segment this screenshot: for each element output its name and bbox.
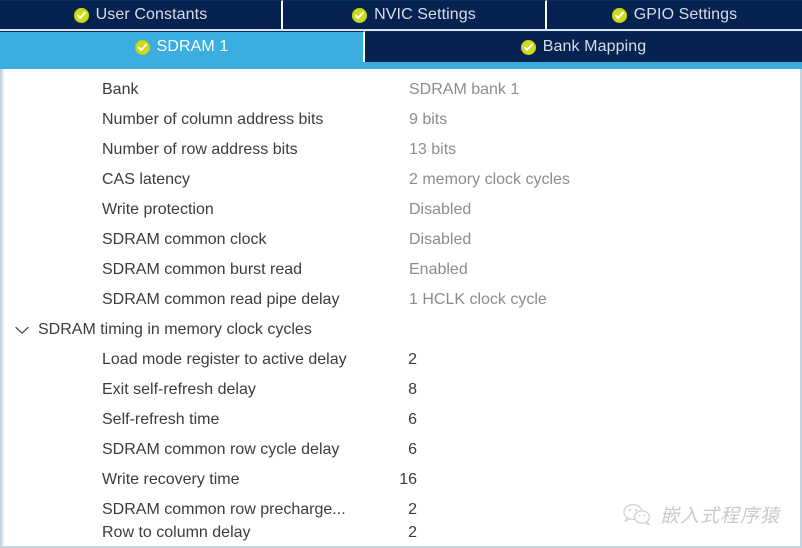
setting-label: Bank [102,81,139,98]
setting-row-column-address-bits[interactable]: Number of column address bits 9 bits [2,105,800,135]
tab-label: SDRAM 1 [156,38,229,55]
setting-label: CAS latency [102,171,191,188]
check-circle-icon [520,39,536,55]
setting-value: 2 memory clock cycles [409,171,570,188]
section-header-sdram-timing[interactable]: SDRAM timing in memory clock cycles [2,315,800,345]
tab-label: GPIO Settings [633,6,738,23]
tab-bank-mapping[interactable]: Bank Mapping [365,31,802,62]
setting-value: 1 HCLK clock cycle [409,291,547,308]
tab-label: NVIC Settings [374,6,476,23]
timing-value: 8 [408,381,417,398]
timing-value: 6 [408,441,417,458]
setting-value: Disabled [409,231,472,248]
timing-row-common-row-cycle-delay[interactable]: SDRAM common row cycle delay 6 [2,435,800,465]
timing-row-write-recovery-time[interactable]: Write recovery time 16 [2,465,800,495]
tab-label: Bank Mapping [542,38,647,55]
timing-value: 2 [408,501,417,518]
setting-label: SDRAM common burst read [102,261,303,278]
setting-value: 13 bits [409,141,457,158]
setting-label: SDRAM common clock [102,231,267,248]
timing-value: 2 [408,351,417,368]
setting-value: 9 bits [409,111,448,128]
timing-label: Exit self-refresh delay [102,381,256,398]
timing-row-self-refresh-time[interactable]: Self-refresh time 6 [2,405,800,435]
timing-label: Self-refresh time [102,411,220,428]
timing-row-common-row-precharge-delay[interactable]: SDRAM common row precharge... 2 [2,495,800,525]
tab-bar: User Constants NVIC Settings GPIO Settin… [0,0,802,69]
setting-value: Enabled [409,261,468,278]
timing-label: Load mode register to active delay [102,351,347,368]
check-circle-icon [73,7,89,23]
settings-content-area: Bank SDRAM bank 1 Number of column addre… [0,69,802,548]
setting-row-common-clock[interactable]: SDRAM common clock Disabled [2,225,800,255]
timing-row-exit-self-refresh-delay[interactable]: Exit self-refresh delay 8 [2,375,800,405]
tab-sdram-1[interactable]: SDRAM 1 [0,31,365,62]
setting-row-write-protection[interactable]: Write protection Disabled [2,195,800,225]
tab-underline-bar [0,62,802,69]
setting-row-common-read-pipe-delay[interactable]: SDRAM common read pipe delay 1 HCLK cloc… [2,285,800,315]
tab-label: User Constants [95,6,208,23]
timing-row-row-to-column-delay[interactable]: Row to column delay 2 [2,525,800,541]
setting-row-bank[interactable]: Bank SDRAM bank 1 [2,75,800,105]
check-circle-icon [611,7,627,23]
stm32cubemx-sdram-config-panel: User Constants NVIC Settings GPIO Settin… [0,0,802,548]
check-circle-icon [134,39,150,55]
setting-value: SDRAM bank 1 [409,81,520,98]
timing-row-load-mode-register-to-active-delay[interactable]: Load mode register to active delay 2 [2,345,800,375]
timing-label: Row to column delay [102,525,251,541]
section-title: SDRAM timing in memory clock cycles [38,321,312,338]
timing-label: Write recovery time [102,471,240,488]
tab-nvic-settings[interactable]: NVIC Settings [283,0,547,29]
timing-label: SDRAM common row precharge... [102,501,346,518]
timing-value: 6 [408,411,417,428]
setting-value: Disabled [409,201,472,218]
tab-gpio-settings[interactable]: GPIO Settings [547,0,802,29]
setting-label: Write protection [102,201,214,218]
setting-row-cas-latency[interactable]: CAS latency 2 memory clock cycles [2,165,800,195]
setting-row-common-burst-read[interactable]: SDRAM common burst read Enabled [2,255,800,285]
setting-row-row-address-bits[interactable]: Number of row address bits 13 bits [2,135,800,165]
tab-row-secondary: SDRAM 1 Bank Mapping [0,31,802,62]
tab-row-primary: User Constants NVIC Settings GPIO Settin… [0,0,802,31]
setting-label: SDRAM common read pipe delay [102,291,340,308]
check-circle-icon [352,7,368,23]
setting-label: Number of column address bits [102,111,324,128]
chevron-down-icon[interactable] [14,322,30,338]
timing-value: 16 [399,471,417,488]
timing-value: 2 [408,525,417,541]
tab-user-constants[interactable]: User Constants [0,0,283,29]
setting-label: Number of row address bits [102,141,298,158]
timing-label: SDRAM common row cycle delay [102,441,340,458]
